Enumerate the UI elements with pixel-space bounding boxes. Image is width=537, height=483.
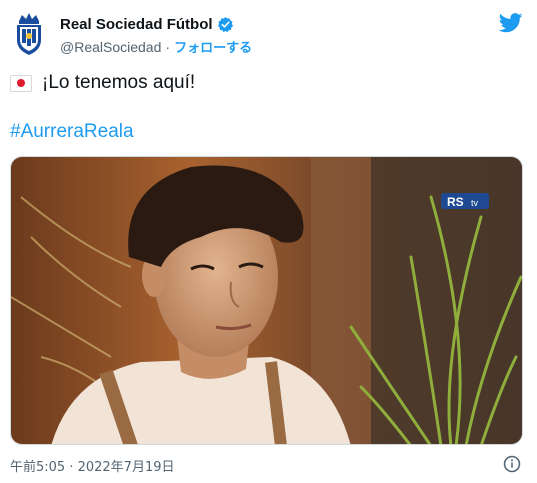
handle-row: @RealSociedad · フォローする bbox=[60, 37, 252, 57]
follow-button[interactable]: フォローする bbox=[174, 37, 252, 56]
tweet-card: Real Sociedad Fútbol @RealSociedad · フォロ… bbox=[0, 0, 537, 483]
hashtag-link[interactable]: #AurreraReala bbox=[10, 121, 134, 143]
club-crest-icon bbox=[17, 13, 41, 55]
rs-tv-watermark: RS tv bbox=[441, 193, 489, 209]
tweet-media-image[interactable]: RS tv bbox=[10, 156, 523, 445]
avatar[interactable] bbox=[9, 12, 49, 56]
tweet-text: ¡Lo tenemos aquí! bbox=[42, 72, 196, 93]
account-handle[interactable]: @RealSociedad bbox=[60, 39, 161, 55]
tweet-timestamp[interactable]: 午前5:05 · 2022年7月19日 bbox=[10, 456, 175, 475]
name-row[interactable]: Real Sociedad Fútbol bbox=[60, 16, 234, 33]
svg-text:tv: tv bbox=[471, 198, 479, 208]
verified-badge-icon bbox=[217, 16, 234, 33]
player-photo: RS tv bbox=[11, 157, 522, 444]
svg-text:RS: RS bbox=[447, 195, 464, 209]
twitter-bird-icon[interactable] bbox=[498, 12, 523, 34]
info-icon[interactable] bbox=[503, 455, 521, 473]
separator-dot: · bbox=[165, 38, 171, 55]
japan-flag-icon bbox=[10, 74, 32, 92]
tweet-text-row: ¡Lo tenemos aquí! bbox=[10, 72, 195, 94]
display-name[interactable]: Real Sociedad Fútbol bbox=[60, 16, 213, 33]
